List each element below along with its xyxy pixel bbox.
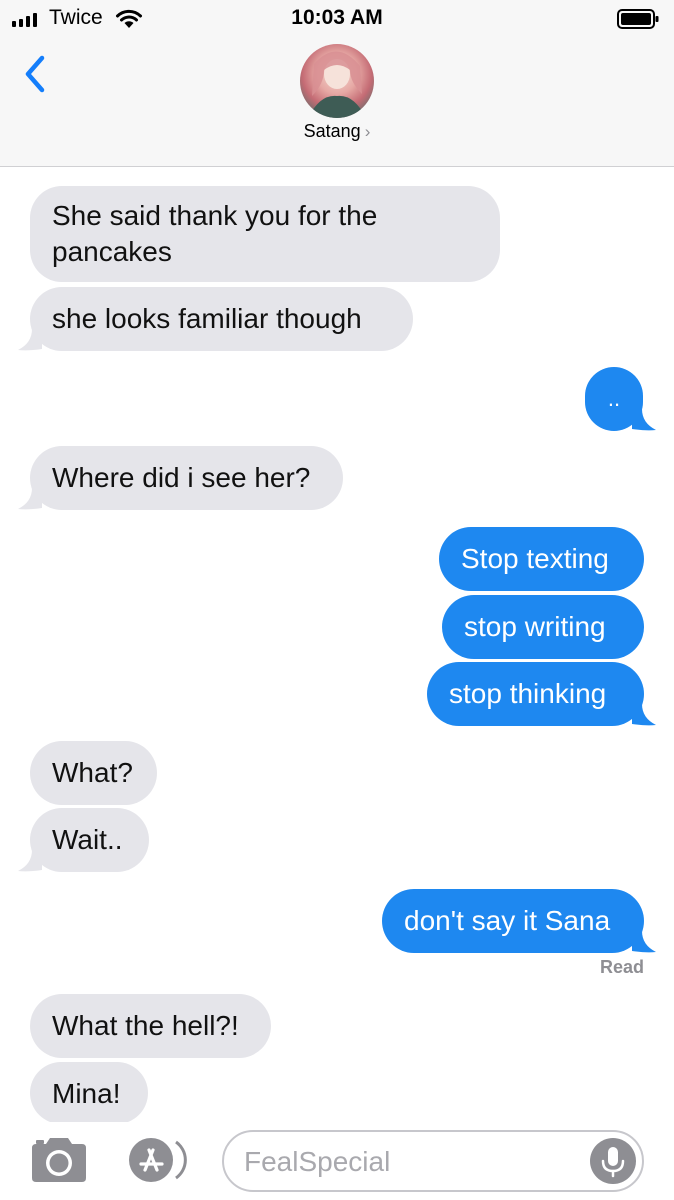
outgoing-bubble-tail: [632, 409, 656, 431]
battery-icon: [617, 9, 659, 29]
message-list[interactable]: She said thank you for the pancakes she …: [0, 168, 674, 1128]
chevron-right-icon: ›: [364, 122, 371, 141]
incoming-bubble-tail: [18, 850, 42, 872]
message-input-field[interactable]: [222, 1130, 644, 1192]
outgoing-message[interactable]: stop thinking: [427, 662, 644, 726]
message-text-line: she looks familiar though: [52, 303, 362, 334]
message-text-line: What?: [52, 757, 133, 788]
message-text-line: What the hell?!: [52, 1010, 239, 1041]
message-text-line: stop thinking: [449, 678, 607, 709]
camera-icon[interactable]: [28, 1136, 90, 1184]
incoming-message[interactable]: What the hell?!: [30, 994, 271, 1058]
incoming-message[interactable]: What?: [30, 741, 157, 805]
read-receipt: Read: [599, 957, 644, 977]
microphone-button[interactable]: [590, 1138, 636, 1184]
message-text-line: She said thank you for the: [52, 200, 378, 231]
compose-bar: [0, 1122, 674, 1200]
message-text-line: pancakes: [52, 236, 172, 267]
contact-avatar[interactable]: [300, 44, 374, 118]
incoming-message[interactable]: she looks familiar though: [30, 287, 413, 351]
message-text-line: Wait..: [52, 824, 123, 855]
app-store-icon[interactable]: [124, 1136, 192, 1184]
incoming-message[interactable]: Wait..: [30, 808, 149, 872]
message-text-line: Where did i see her?: [52, 462, 311, 493]
message-input[interactable]: [244, 1142, 574, 1182]
incoming-bubble-tail: [18, 329, 42, 351]
conversation-header: Twice 10:03 AM Satang ›: [0, 0, 674, 167]
incoming-message[interactable]: Where did i see her?: [30, 446, 343, 510]
incoming-message[interactable]: She said thank you for the pancakes: [30, 186, 500, 282]
message-text-line: Stop texting: [461, 543, 609, 574]
back-chevron-icon[interactable]: [18, 52, 52, 96]
status-bar: Twice 10:03 AM: [0, 0, 674, 38]
microphone-icon: [601, 1147, 625, 1178]
avatar-photo: [308, 51, 366, 118]
outgoing-message[interactable]: Stop texting: [439, 527, 644, 591]
message-text-line: stop writing: [464, 611, 606, 642]
contact-name-button[interactable]: Satang ›: [0, 121, 674, 142]
outgoing-message[interactable]: stop writing: [442, 595, 644, 659]
incoming-message[interactable]: Mina!: [30, 1062, 148, 1124]
message-text-line: don't say it Sana: [404, 905, 611, 936]
outgoing-bubble-tail: [632, 931, 656, 953]
contact-name: Satang: [303, 121, 361, 141]
outgoing-bubble-tail: [632, 704, 656, 726]
message-text-line: Mina!: [52, 1078, 121, 1109]
incoming-bubble-tail: [18, 488, 42, 510]
clock: 10:03 AM: [291, 6, 383, 29]
outgoing-message[interactable]: don't say it Sana: [382, 889, 644, 953]
